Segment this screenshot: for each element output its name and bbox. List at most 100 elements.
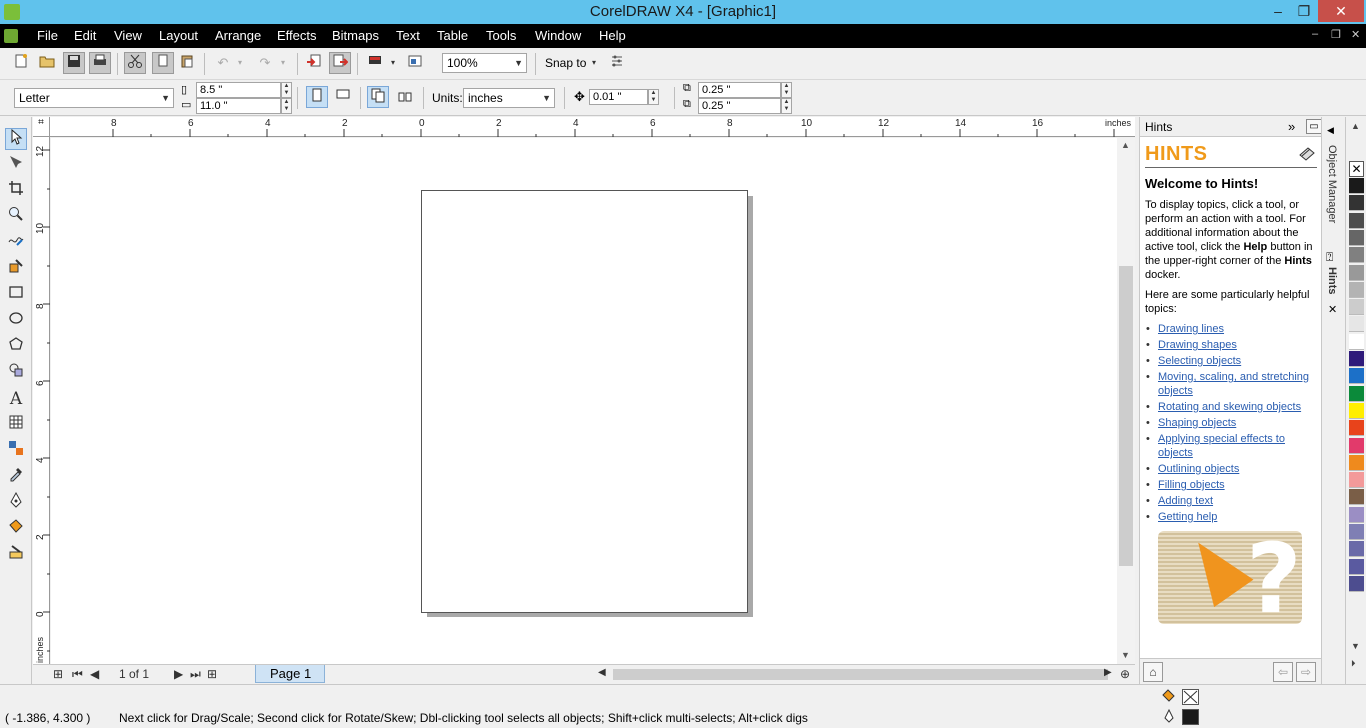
welcome-screen-icon[interactable] xyxy=(404,52,426,74)
close-icon[interactable]: ✕ xyxy=(1318,0,1364,22)
restore-icon[interactable]: ❐ xyxy=(1290,0,1318,22)
duplicate-distance-x-stepper[interactable]: ▲ ▼ xyxy=(781,82,792,98)
page-height-field[interactable]: 11.0 " ▲ ▼ xyxy=(196,98,292,114)
nudge-distance-stepper[interactable]: ▲ ▼ xyxy=(648,89,659,105)
pick-tool-icon[interactable] xyxy=(5,128,27,150)
add-page-after-icon[interactable]: ⊞ xyxy=(207,667,217,681)
paper-size-combo[interactable]: Letter ▼ xyxy=(14,88,174,108)
expand-docker-icon[interactable]: » xyxy=(1288,117,1295,137)
table-tool-icon[interactable] xyxy=(5,414,27,436)
palette-color-swatch[interactable] xyxy=(1349,489,1364,506)
outline-pen-tool-icon[interactable] xyxy=(5,491,27,514)
palette-color-swatch[interactable] xyxy=(1349,524,1364,540)
palette-color-swatch[interactable] xyxy=(1349,178,1364,194)
palette-expand-icon[interactable]: ⏵ xyxy=(1351,658,1356,669)
outline-color-swatch[interactable] xyxy=(1182,709,1199,725)
snap-to-chevron-down-icon[interactable]: ▾ xyxy=(588,52,600,74)
palette-color-swatch[interactable] xyxy=(1349,368,1364,385)
save-icon[interactable] xyxy=(63,52,85,74)
palette-color-swatch[interactable] xyxy=(1349,281,1364,298)
topic-link-drawing-shapes[interactable]: Drawing shapes xyxy=(1158,339,1237,351)
new-document-icon[interactable] xyxy=(10,52,32,74)
options-icon[interactable] xyxy=(606,52,628,74)
home-icon[interactable]: ⌂ xyxy=(1143,662,1163,682)
interactive-fill-tool-icon[interactable] xyxy=(5,544,27,566)
duplicate-distance-y-field[interactable]: 0.25 " ▲ ▼ xyxy=(698,98,792,114)
topic-link-selecting-objects[interactable]: Selecting objects xyxy=(1158,355,1241,367)
palette-color-swatch[interactable] xyxy=(1349,316,1364,333)
topic-link-outlining-objects[interactable]: Outlining objects xyxy=(1158,463,1239,475)
topic-link-drawing-lines[interactable]: Drawing lines xyxy=(1158,323,1224,335)
menu-arrange[interactable]: Arrange xyxy=(215,28,261,43)
fill-tool-icon[interactable] xyxy=(5,518,27,540)
all-pages-size-icon[interactable] xyxy=(367,86,389,108)
no-color-swatch[interactable]: ✕ xyxy=(1349,161,1364,177)
forward-arrow-icon[interactable]: ⇨ xyxy=(1296,662,1316,682)
topic-link-rotating-skewing[interactable]: Rotating and skewing objects xyxy=(1158,401,1301,413)
next-page-icon[interactable]: ▶ xyxy=(174,667,183,681)
open-folder-icon[interactable] xyxy=(36,52,58,74)
print-icon[interactable] xyxy=(89,52,111,74)
crop-tool-icon[interactable] xyxy=(5,180,27,202)
cut-icon[interactable] xyxy=(124,52,146,74)
drawing-page[interactable] xyxy=(421,190,748,613)
menu-edit[interactable]: Edit xyxy=(74,28,96,43)
ruler-origin-corner[interactable]: ⌗ xyxy=(33,117,50,137)
add-page-before-icon[interactable]: ⊞ xyxy=(53,667,63,681)
document-menu-icon[interactable] xyxy=(4,29,18,43)
palette-color-swatch[interactable] xyxy=(1349,351,1364,367)
minimize-icon[interactable]: – xyxy=(1264,0,1292,22)
polygon-tool-icon[interactable] xyxy=(5,336,27,358)
horizontal-scroll-thumb[interactable] xyxy=(613,669,1108,680)
zoom-navigator-icon[interactable]: ⊕ xyxy=(1120,667,1130,681)
palette-color-swatch[interactable] xyxy=(1349,541,1364,558)
page-width-stepper[interactable]: ▲ ▼ xyxy=(281,82,292,98)
previous-page-icon[interactable]: ◀ xyxy=(90,667,99,681)
palette-color-swatch[interactable] xyxy=(1349,472,1364,489)
menu-help[interactable]: Help xyxy=(599,28,626,43)
rectangle-tool-icon[interactable] xyxy=(5,284,27,306)
last-page-icon[interactable]: ⏭ xyxy=(190,667,201,682)
vertical-scrollbar[interactable]: ▲ ▼ xyxy=(1117,138,1135,664)
back-arrow-icon[interactable]: ⇦ xyxy=(1273,662,1293,682)
landscape-orientation-icon[interactable] xyxy=(332,86,354,108)
undo-list-chevron-down-icon[interactable]: ▾ xyxy=(234,52,246,74)
menu-text[interactable]: Text xyxy=(396,28,420,43)
help-book-icon[interactable] xyxy=(1298,145,1316,161)
palette-color-swatch[interactable] xyxy=(1349,385,1364,402)
basic-shapes-tool-icon[interactable] xyxy=(5,362,27,384)
menu-window[interactable]: Window xyxy=(535,28,581,43)
palette-color-swatch[interactable] xyxy=(1349,195,1364,212)
menu-layout[interactable]: Layout xyxy=(159,28,198,43)
menu-effects[interactable]: Effects xyxy=(277,28,317,43)
doc-restore-icon[interactable]: ❐ xyxy=(1331,28,1341,41)
page-height-stepper[interactable]: ▲ ▼ xyxy=(281,98,292,114)
shape-tool-icon[interactable] xyxy=(5,154,27,176)
tab-close-icon[interactable]: ✕ xyxy=(1328,303,1337,316)
scroll-right-icon[interactable]: ▶ xyxy=(1104,667,1112,678)
menu-table[interactable]: Table xyxy=(437,28,468,43)
application-launcher-icon[interactable] xyxy=(364,52,386,74)
topic-link-special-effects[interactable]: Applying special effects to objects xyxy=(1158,433,1285,459)
palette-color-swatch[interactable] xyxy=(1349,229,1364,246)
tab-object-manager[interactable]: Object Manager xyxy=(1326,145,1338,223)
topic-link-shaping-objects[interactable]: Shaping objects xyxy=(1158,417,1236,429)
palette-color-swatch[interactable] xyxy=(1349,420,1364,437)
redo-icon[interactable]: ↷ xyxy=(254,52,276,74)
topic-link-adding-text[interactable]: Adding text xyxy=(1158,495,1213,507)
zoom-level-combo[interactable]: 100% ▼ xyxy=(442,53,527,73)
scroll-left-icon[interactable]: ◀ xyxy=(598,667,606,678)
palette-color-swatch[interactable] xyxy=(1349,402,1364,419)
ellipse-tool-icon[interactable] xyxy=(5,310,27,332)
zoom-tool-icon[interactable] xyxy=(5,206,27,228)
redo-list-chevron-down-icon[interactable]: ▾ xyxy=(277,52,289,74)
palette-color-swatch[interactable] xyxy=(1349,575,1364,592)
palette-color-swatch[interactable] xyxy=(1349,558,1364,575)
doc-close-icon[interactable]: ✕ xyxy=(1351,28,1360,41)
horizontal-ruler[interactable]: 8 6 4 2 0 2 4 6 8 10 12 14 16 inches xyxy=(50,117,1135,137)
vertical-scroll-thumb[interactable] xyxy=(1119,266,1133,566)
smart-fill-tool-icon[interactable] xyxy=(5,258,27,280)
palette-color-swatch[interactable] xyxy=(1349,506,1364,523)
paste-icon[interactable] xyxy=(176,52,198,74)
palette-color-swatch[interactable] xyxy=(1349,333,1364,350)
